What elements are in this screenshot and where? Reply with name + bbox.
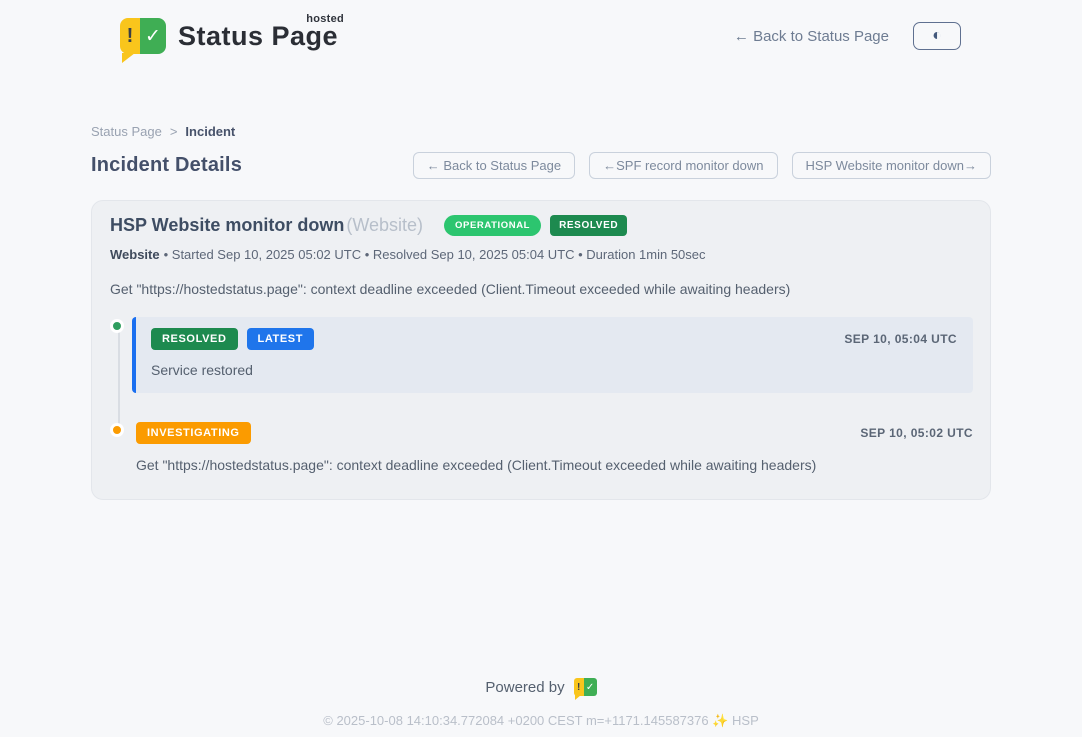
timeline-message: Service restored: [151, 362, 957, 378]
timeline-message: Get "https://hostedstatus.page": context…: [136, 457, 973, 473]
status-bubble-mini-icon: ! ✓: [574, 678, 597, 696]
incident-title: HSP Website monitor down(Website): [110, 215, 423, 236]
powered-by-label: Powered by: [485, 679, 564, 696]
title-row: Incident Details ← Back to Status Page ←…: [91, 152, 991, 179]
orange-dot-icon: [110, 423, 124, 437]
prev-incident-button[interactable]: ←SPF record monitor down: [589, 152, 777, 179]
breadcrumb-separator: >: [170, 124, 178, 139]
check-icon: ✓: [584, 678, 597, 696]
timeline-entry-head: INVESTIGATING SEP 10, 05:02 UTC: [136, 422, 973, 444]
timeline-badges: RESOLVED LATEST: [151, 328, 314, 350]
half-circle-icon: ◐: [932, 27, 942, 45]
powered-by-link[interactable]: Powered by ! ✓: [485, 678, 596, 696]
back-to-status-page-button[interactable]: ← Back to Status Page: [413, 152, 575, 179]
incident-description: Get "https://hostedstatus.page": context…: [110, 281, 973, 297]
page-title: Incident Details: [91, 154, 242, 177]
logo-superscript: hosted: [306, 13, 344, 25]
timeline-entry-highlight-box: RESOLVED LATEST SEP 10, 05:04 UTC Servic…: [132, 317, 973, 393]
timeline-latest-badge: LATEST: [247, 328, 315, 350]
incident-card: HSP Website monitor down(Website) OPERAT…: [91, 200, 991, 500]
incident-nav: ← Back to Status Page ←SPF record monito…: [413, 152, 991, 179]
header-actions: ← Back to Status Page ◐: [734, 22, 961, 50]
meta-details: • Started Sep 10, 2025 05:02 UTC • Resol…: [164, 247, 706, 262]
timeline-entry-content: INVESTIGATING SEP 10, 05:02 UTC Get "htt…: [136, 422, 973, 473]
timeline-entry-investigating: INVESTIGATING SEP 10, 05:02 UTC Get "htt…: [110, 422, 973, 473]
status-bubble-icon: ! ✓: [120, 18, 166, 54]
timeline-entry-head: RESOLVED LATEST SEP 10, 05:04 UTC: [151, 328, 957, 350]
breadcrumb-status-page[interactable]: Status Page: [91, 124, 162, 139]
next-incident-button[interactable]: HSP Website monitor down→: [792, 152, 991, 179]
timeline-badges: INVESTIGATING: [136, 422, 251, 444]
check-icon: ✓: [140, 18, 166, 54]
incident-meta: Website • Started Sep 10, 2025 05:02 UTC …: [110, 247, 973, 262]
logo[interactable]: ! ✓ Status Pagehosted: [120, 18, 338, 54]
main-content: Status Page > Incident Incident Details …: [91, 124, 991, 500]
header-back-link[interactable]: ← Back to Status Page: [734, 28, 889, 45]
theme-toggle-button[interactable]: ◐: [913, 22, 961, 50]
meta-component: Website: [110, 247, 160, 262]
incident-title-row: HSP Website monitor down(Website) OPERAT…: [110, 215, 973, 236]
incident-component: (Website): [346, 215, 423, 235]
timeline-timestamp: SEP 10, 05:02 UTC: [860, 426, 973, 440]
timeline-investigating-badge: INVESTIGATING: [136, 422, 251, 444]
breadcrumb: Status Page > Incident: [91, 124, 991, 139]
footer: Powered by ! ✓ © 2025-10-08 14:10:34.772…: [0, 678, 1082, 729]
header: ! ✓ Status Pagehosted ← Back to Status P…: [91, 0, 991, 54]
resolved-badge: RESOLVED: [550, 215, 627, 236]
timeline-entry-resolved: RESOLVED LATEST SEP 10, 05:04 UTC Servic…: [110, 317, 973, 393]
incident-timeline: RESOLVED LATEST SEP 10, 05:04 UTC Servic…: [110, 317, 973, 473]
timeline-resolved-badge: RESOLVED: [151, 328, 238, 350]
copyright-text: © 2025-10-08 14:10:34.772084 +0200 CEST …: [0, 713, 1082, 729]
status-page-app: ! ✓ Status Pagehosted ← Back to Status P…: [0, 0, 1082, 737]
operational-badge: OPERATIONAL: [444, 215, 541, 236]
breadcrumb-incident: Incident: [185, 124, 235, 139]
exclamation-icon: !: [120, 18, 140, 54]
bubble-tail: [575, 695, 581, 700]
logo-text: Status Pagehosted: [178, 21, 338, 52]
bubble-tail: [122, 53, 135, 63]
timeline-timestamp: SEP 10, 05:04 UTC: [844, 332, 957, 346]
green-dot-icon: [110, 319, 124, 333]
exclamation-icon: !: [574, 678, 584, 696]
